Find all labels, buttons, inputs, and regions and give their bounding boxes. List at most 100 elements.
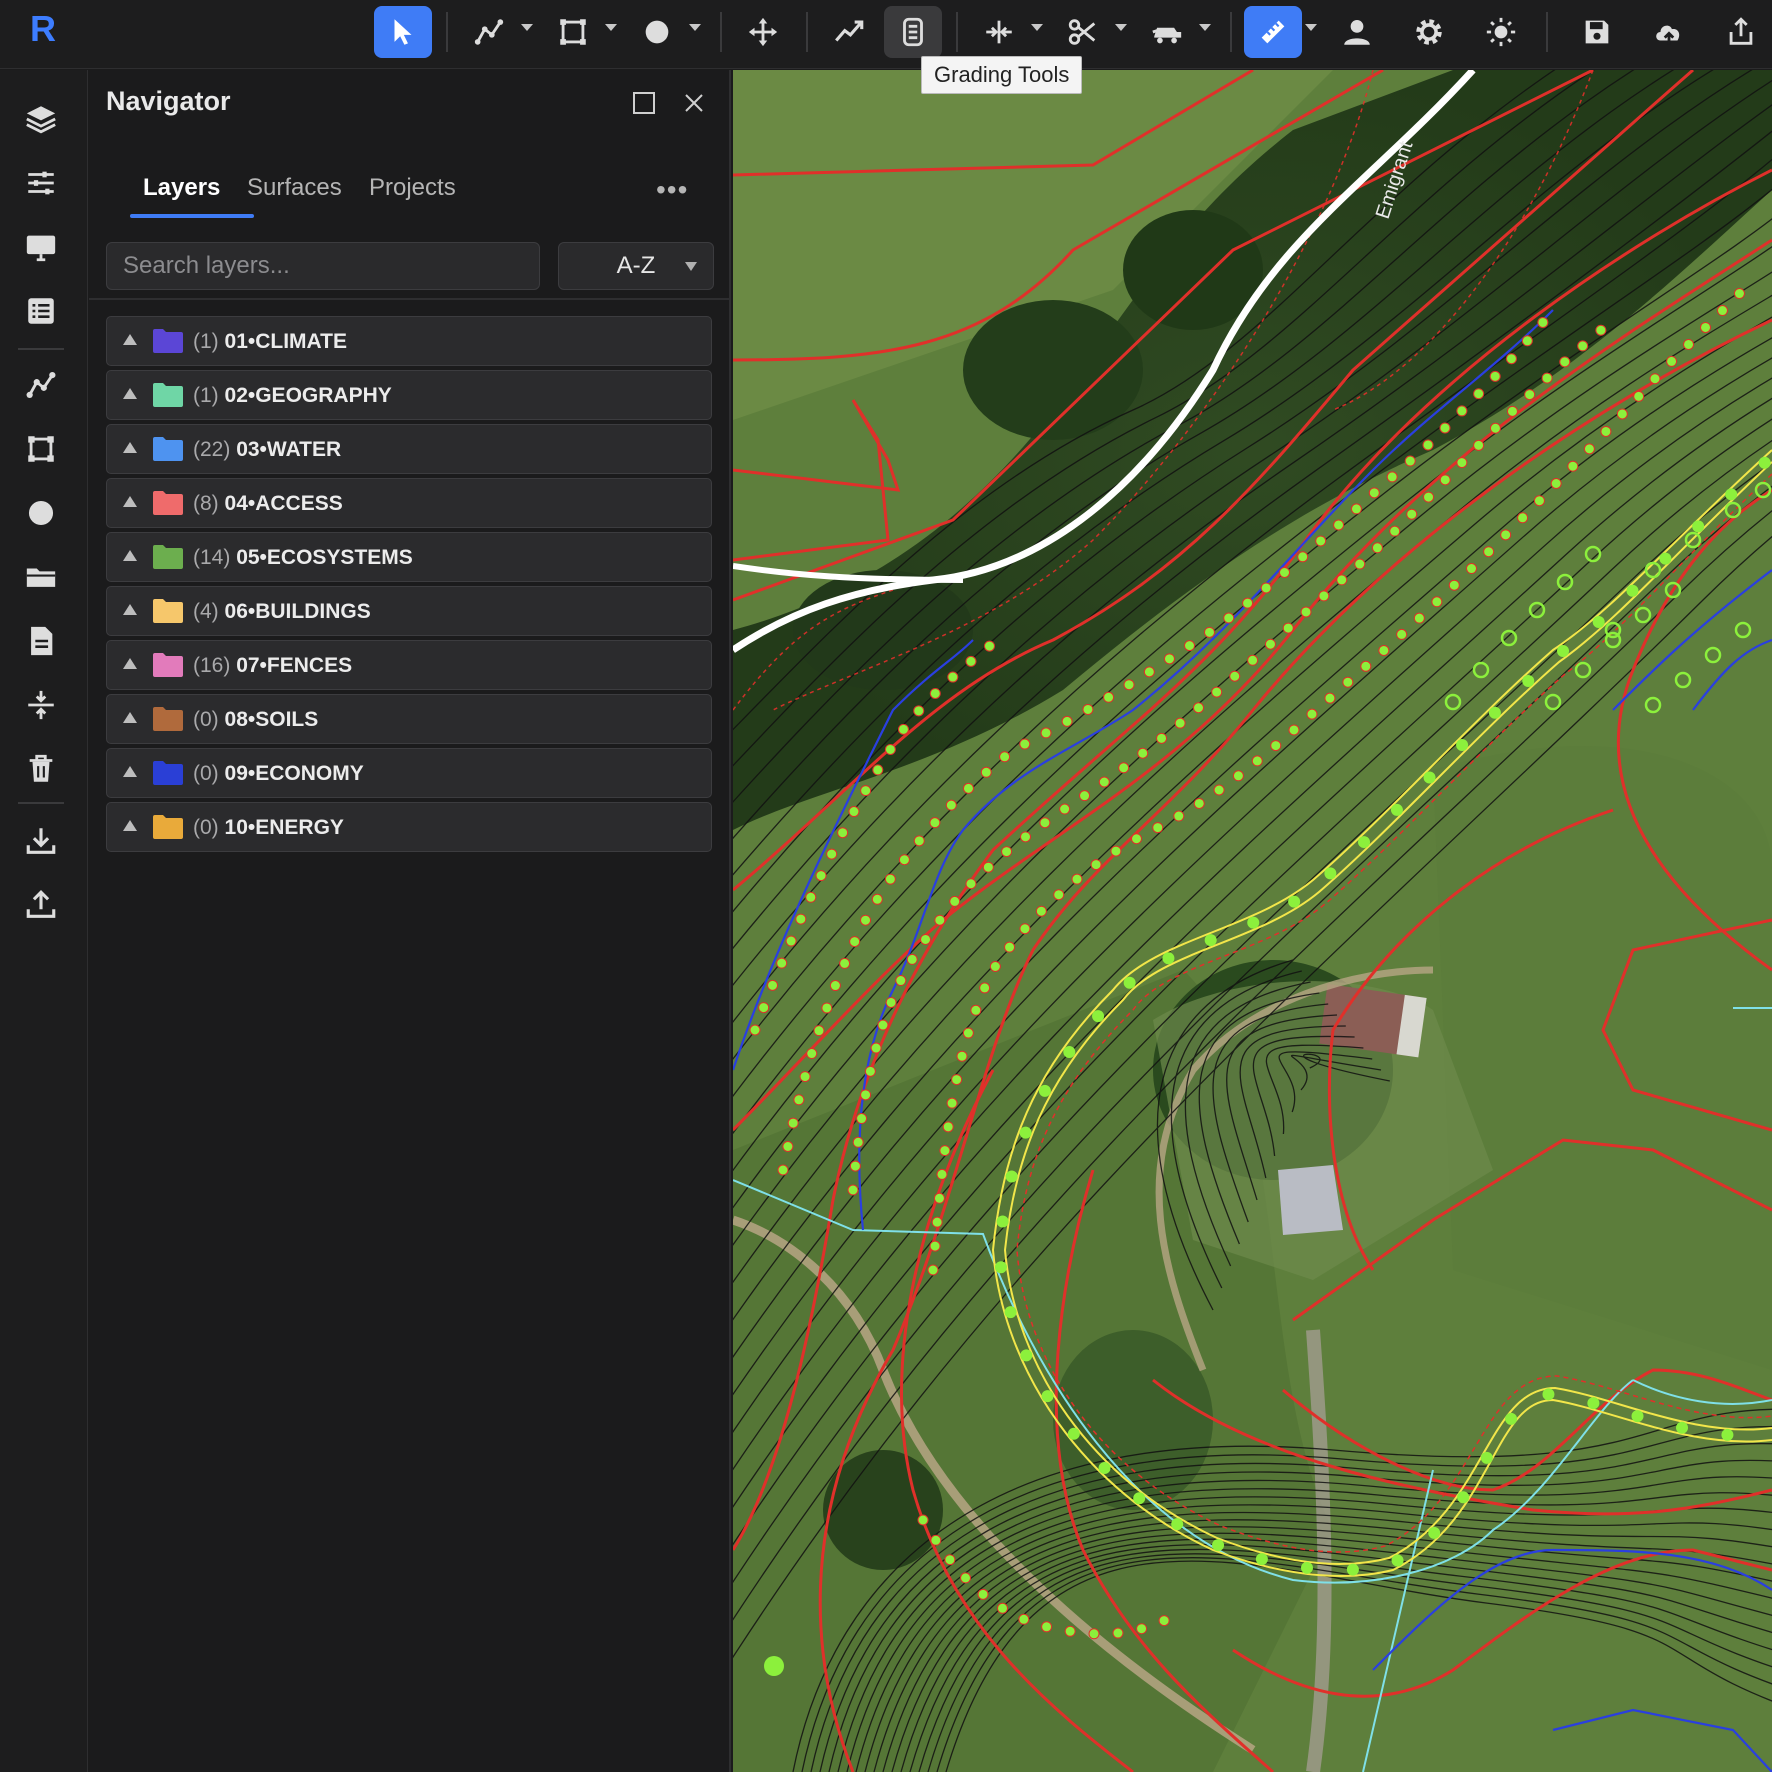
keypoint-marker[interactable] [898,854,910,866]
polyline-tool-button[interactable] [460,6,518,58]
keypoint-marker[interactable] [944,1554,956,1566]
keypoint-marker[interactable] [960,1572,972,1584]
keypoint-marker[interactable] [1079,790,1091,802]
keypoint-marker[interactable] [906,953,918,965]
swale-marker[interactable] [1004,1306,1017,1319]
circle-tool-button[interactable] [628,6,686,58]
keypoint-marker[interactable] [949,895,961,907]
keypoint-marker[interactable] [983,640,995,652]
keypoint-marker[interactable] [1389,525,1401,537]
swale-marker[interactable] [1300,1561,1313,1574]
account-button[interactable] [1328,6,1386,58]
swale-marker[interactable] [1557,644,1570,657]
keypoint-marker[interactable] [1053,889,1065,901]
swale-marker[interactable] [1171,1518,1184,1531]
keypoint-marker[interactable] [1059,803,1071,815]
keypoint-marker[interactable] [839,957,851,969]
keypoint-marker[interactable] [999,751,1011,763]
keypoint-marker[interactable] [1082,703,1094,715]
swale-marker[interactable] [1098,1461,1111,1474]
keypoint-marker[interactable] [1318,590,1330,602]
keypoint-marker[interactable] [939,1145,951,1157]
keypoint-marker[interactable] [982,861,994,873]
keypoint-marker[interactable] [1489,422,1501,434]
upload-button[interactable] [18,882,64,928]
keypoint-marker[interactable] [962,782,974,794]
layers-button[interactable] [18,96,64,142]
keypoint-marker[interactable] [1577,340,1589,352]
keypoint-marker[interactable] [1064,1625,1076,1637]
cut-tool-button[interactable] [1054,6,1112,58]
layer-row[interactable]: (0) 10•ENERGY [106,802,712,852]
keypoint-marker[interactable] [1112,1627,1124,1639]
keypoint-marker[interactable] [929,817,941,829]
keypoint-marker[interactable] [1152,822,1164,834]
swale-marker[interactable] [1457,1491,1470,1504]
split-tool-button[interactable] [970,6,1028,58]
keypoint-marker[interactable] [1173,810,1185,822]
keypoint-marker[interactable] [1193,702,1205,714]
swale-marker[interactable] [1456,738,1469,751]
keypoint-marker[interactable] [806,1048,818,1060]
keypoint-marker[interactable] [1550,478,1562,490]
swale-marker[interactable] [1123,976,1136,989]
keypoint-marker[interactable] [970,1004,982,1016]
keypoint-marker[interactable] [946,1097,958,1109]
layer-row[interactable]: (16) 07•FENCES [106,640,712,690]
keypoint-marker[interactable] [1396,628,1408,640]
keypoint-marker[interactable] [1489,370,1501,382]
keypoint-marker[interactable] [1061,715,1073,727]
keypoint-marker[interactable] [1223,612,1235,624]
swale-marker[interactable] [1692,520,1705,533]
keypoint-marker[interactable] [849,936,861,948]
move-tool-button[interactable] [734,6,792,58]
keypoint-marker[interactable] [1733,288,1745,300]
keypoint-marker[interactable] [917,1514,929,1526]
expand-triangle-icon[interactable] [123,604,137,615]
swale-marker[interactable] [1255,1553,1268,1566]
keypoint-marker[interactable] [848,806,860,818]
swale-marker[interactable] [1659,552,1672,565]
keypoint-marker[interactable] [1386,471,1398,483]
tab-layers[interactable]: Layers [143,166,220,218]
expand-triangle-icon[interactable] [123,820,137,831]
keypoint-marker[interactable] [936,1168,948,1180]
layer-row[interactable]: (22) 03•WATER [106,424,712,474]
keypoint-marker[interactable] [1378,644,1390,656]
draw-polyline-button[interactable] [18,362,64,408]
keypoint-marker[interactable] [1264,638,1276,650]
keypoint-marker[interactable] [977,1588,989,1600]
keypoint-marker[interactable] [1524,389,1536,401]
keypoint-marker[interactable] [767,979,779,991]
keypoint-marker[interactable] [930,1534,942,1546]
swale-marker[interactable] [1488,706,1501,719]
keypoint-marker[interactable] [1118,762,1130,774]
polygon-tool-button[interactable] [544,6,602,58]
keypoint-marker[interactable] [942,1121,954,1133]
keypoint-marker[interactable] [1184,640,1196,652]
keypoint-marker[interactable] [776,957,788,969]
layer-row[interactable]: (8) 04•ACCESS [106,478,712,528]
keypoint-marker[interactable] [1700,321,1712,333]
swale-marker[interactable] [1212,1539,1225,1552]
swale-marker[interactable] [1041,1390,1054,1403]
keypoint-marker[interactable] [951,1074,963,1086]
keypoint-marker[interactable] [965,655,977,667]
keypoint-marker[interactable] [956,1050,968,1062]
swale-marker[interactable] [1522,675,1535,688]
expand-triangle-icon[interactable] [123,550,137,561]
more-options-icon[interactable]: ••• [656,174,688,206]
keypoint-marker[interactable] [1211,686,1223,698]
cut-dropdown-icon[interactable] [1115,24,1127,31]
list-button[interactable] [18,288,64,334]
keypoint-marker[interactable] [829,980,841,992]
swale-marker[interactable] [1423,771,1436,784]
swale-marker[interactable] [1063,1045,1076,1058]
keypoint-marker[interactable] [1431,596,1443,608]
keypoint-marker[interactable] [1229,670,1241,682]
swale-marker[interactable] [1019,1126,1032,1139]
keypoint-marker[interactable] [1071,873,1083,885]
keypoint-marker[interactable] [1020,831,1032,843]
keypoint-marker[interactable] [934,914,946,926]
keypoint-marker[interactable] [884,873,896,885]
